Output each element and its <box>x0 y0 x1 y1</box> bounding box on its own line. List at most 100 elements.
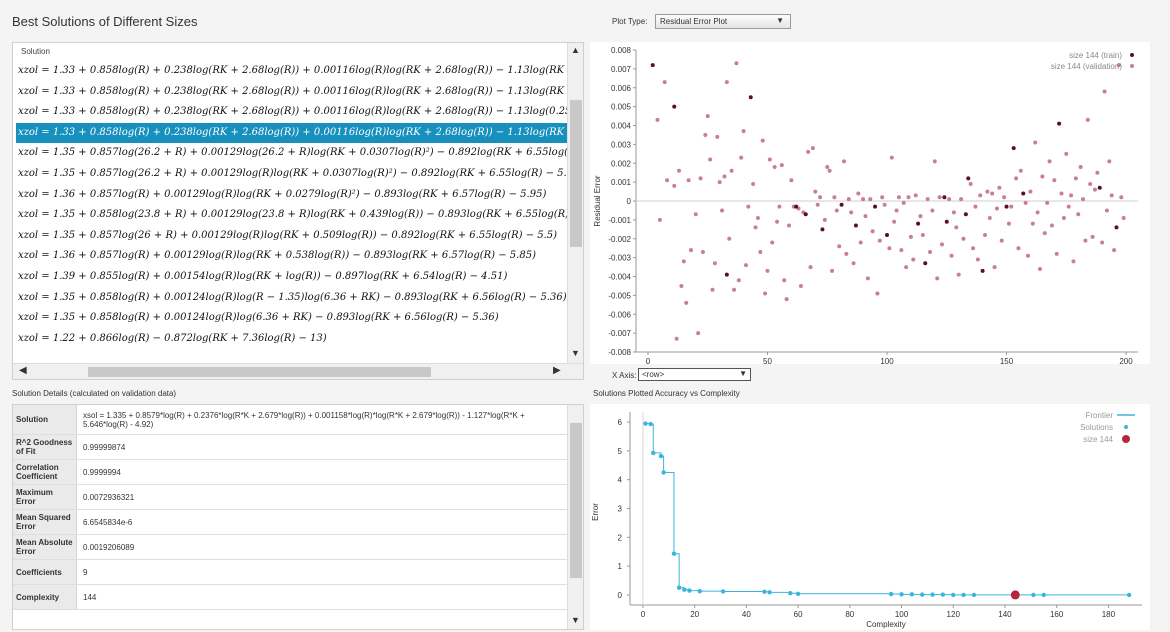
validation-point <box>1030 221 1035 226</box>
solution-row[interactable]: xzol = 1.33 + 0.858log(R) + 0.238log(RK … <box>16 122 568 143</box>
scroll-down-icon[interactable]: ▼ <box>571 615 580 625</box>
dropdown-arrow-icon: ▼ <box>776 16 784 25</box>
x-tick-label: 0 <box>646 357 651 364</box>
x-tick-label: 120 <box>947 610 961 619</box>
details-vertical-scrollbar[interactable]: ▼ <box>567 405 583 629</box>
validation-point <box>770 240 775 245</box>
legend-validation-label: size 144 (validation) <box>1051 62 1122 71</box>
validation-point <box>1052 178 1057 183</box>
validation-point <box>1014 176 1019 181</box>
train-point <box>1114 225 1119 230</box>
validation-point <box>782 278 787 283</box>
page-title: Best Solutions of Different Sizes <box>12 14 198 29</box>
validation-point <box>954 225 959 230</box>
solution-row[interactable]: xzol = 1.35 + 0.858log(23.8 + R) + 0.001… <box>16 205 568 225</box>
validation-point <box>1045 200 1050 205</box>
y-axis-title: Residual Error <box>593 175 602 226</box>
train-point <box>942 195 947 200</box>
solution-row[interactable]: xzol = 1.33 + 0.858log(R) + 0.238log(RK … <box>16 102 568 122</box>
solution-row[interactable]: xzol = 1.33 + 0.858log(R) + 0.238log(RK … <box>16 61 568 81</box>
validation-point <box>715 134 720 139</box>
validation-point <box>920 232 925 237</box>
solutions-horizontal-scrollbar[interactable]: ◀ ▶ <box>13 363 583 379</box>
legend-validation-marker <box>1130 64 1134 68</box>
validation-point <box>875 291 880 296</box>
scroll-down-icon[interactable]: ▼ <box>571 348 580 358</box>
solution-row[interactable]: xzol = 1.39 + 0.855log(R) + 0.00154log(R… <box>16 267 568 287</box>
validation-point <box>901 200 906 205</box>
solution-row[interactable]: xzol = 1.35 + 0.857log(26 + R) + 0.00129… <box>16 226 568 246</box>
scroll-up-icon[interactable]: ▲ <box>571 45 580 55</box>
scroll-right-icon[interactable]: ▶ <box>553 365 561 376</box>
validation-point <box>1054 251 1059 256</box>
scroll-thumb[interactable] <box>88 367 431 377</box>
validation-point <box>925 197 930 202</box>
solution-point <box>720 589 726 594</box>
solution-point <box>961 592 966 598</box>
solution-point <box>671 551 677 556</box>
validation-point <box>983 232 988 237</box>
validation-point <box>686 178 691 183</box>
validation-point <box>932 159 937 164</box>
solution-row[interactable]: xzol = 1.36 + 0.857log(R) + 0.00129log(R… <box>16 246 568 266</box>
scroll-thumb[interactable] <box>570 423 582 578</box>
y-tick-label: -0.004 <box>608 273 631 282</box>
validation-point <box>751 182 756 187</box>
solutions-vertical-scrollbar[interactable]: ▲ ▼ <box>567 43 583 365</box>
top-header: Best Solutions of Different Sizes Plot T… <box>0 0 1170 40</box>
scroll-left-icon[interactable]: ◀ <box>19 365 27 376</box>
validation-point <box>1100 240 1105 245</box>
solution-row[interactable]: xzol = 1.35 + 0.857log(26.2 + R) + 0.001… <box>16 164 568 184</box>
solution-row[interactable]: xzol = 1.35 + 0.858log(R) + 0.00124log(R… <box>16 308 568 328</box>
validation-point <box>937 195 942 200</box>
solution-row[interactable]: xzol = 1.36 + 0.857log(R) + 0.00129log(R… <box>16 185 568 205</box>
solution-row[interactable]: xzol = 1.22 + 0.866log(R) − 0.872log(RK … <box>16 329 568 349</box>
validation-point <box>1119 195 1124 200</box>
details-label: Solution <box>13 405 77 434</box>
validation-point <box>767 157 772 162</box>
validation-point <box>997 185 1002 190</box>
validation-point <box>1009 204 1014 209</box>
residual-plot-panel: 0.008 0.007 0.006 0.005 0.004 0.003 0.002 0.001… <box>590 42 1150 366</box>
validation-point <box>1112 248 1117 253</box>
dropdown-arrow-icon: ▼ <box>739 369 747 378</box>
accuracy-vs-complexity-chart: 01234560 20 40 60 80 100 120 140 160 180ErrorComp… <box>591 411 1142 629</box>
validation-point <box>858 240 863 245</box>
validation-point <box>1047 159 1052 164</box>
validation-point <box>755 215 760 220</box>
validation-point <box>959 197 964 202</box>
y-tick-label: 5 <box>618 447 623 456</box>
x-axis-dropdown[interactable]: <row> ▼ <box>638 368 751 381</box>
details-value: 0.9999994 <box>83 467 121 477</box>
validation-point <box>947 197 952 202</box>
train-point <box>1057 121 1062 126</box>
validation-point <box>899 248 904 253</box>
validation-point <box>746 204 751 209</box>
train-point <box>650 63 655 68</box>
validation-point <box>665 178 670 183</box>
validation-point <box>896 195 901 200</box>
solutions-list[interactable]: Solution xzol = 1.33 + 0.858log(R) + 0.2… <box>12 42 584 380</box>
y-tick-label: 0 <box>618 591 623 600</box>
validation-point <box>841 159 846 164</box>
validation-point <box>710 287 715 292</box>
validation-point <box>999 238 1004 243</box>
validation-point <box>868 197 873 202</box>
x-tick-label: 40 <box>742 610 751 619</box>
validation-point <box>703 132 708 137</box>
y-tick-label: -0.002 <box>608 235 631 244</box>
solution-point <box>762 589 767 594</box>
validation-point <box>1002 195 1007 200</box>
solution-row[interactable]: xzol = 1.33 + 0.858log(R) + 0.238log(RK … <box>16 82 568 102</box>
solution-row[interactable]: xzol = 1.35 + 0.858log(R) + 0.00124log(R… <box>16 288 568 308</box>
scroll-thumb[interactable] <box>570 100 582 247</box>
plot-type-dropdown[interactable]: Residual Error Plot ▼ <box>655 14 791 29</box>
validation-point <box>911 257 916 262</box>
details-row: Mean Absolute Error 0.0019206089 <box>13 535 568 560</box>
solution-row[interactable]: xzol = 1.35 + 0.857log(26.2 + R) + 0.001… <box>16 143 568 163</box>
validation-point <box>882 202 887 207</box>
validation-point <box>1107 159 1112 164</box>
x-tick-label: 100 <box>895 610 909 619</box>
validation-point <box>906 195 911 200</box>
validation-point <box>975 257 980 262</box>
